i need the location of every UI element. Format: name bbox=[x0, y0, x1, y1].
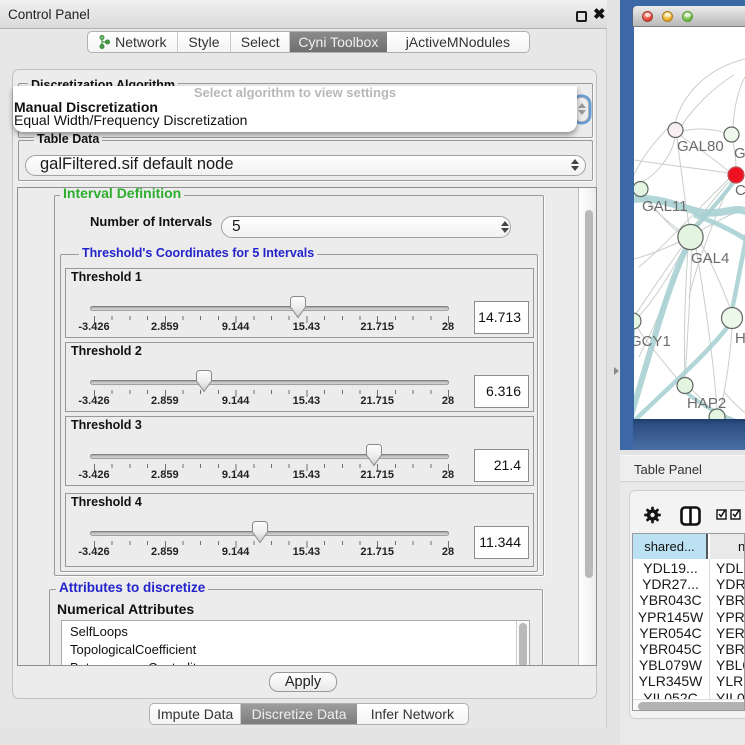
svg-text:GAL80: GAL80 bbox=[677, 138, 724, 155]
svg-text:HA: HA bbox=[735, 330, 745, 347]
svg-text:HAP2: HAP2 bbox=[687, 395, 726, 412]
svg-text:GAL1: GAL1 bbox=[734, 145, 745, 162]
svg-text:GAL11: GAL11 bbox=[642, 198, 688, 215]
svg-text:CY: CY bbox=[735, 182, 745, 199]
svg-text:GCY1: GCY1 bbox=[634, 333, 671, 350]
svg-text:GAL4: GAL4 bbox=[691, 250, 729, 267]
